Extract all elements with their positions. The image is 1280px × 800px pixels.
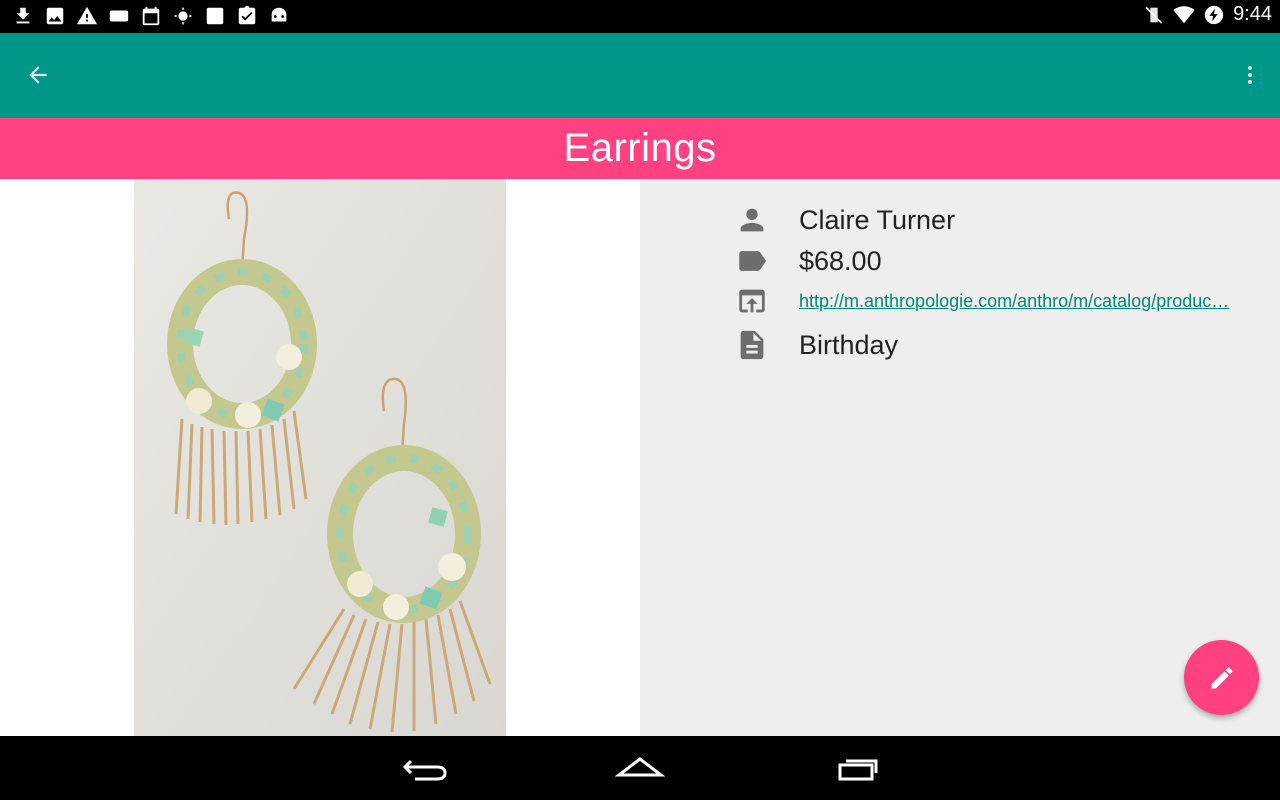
back-button[interactable] bbox=[22, 59, 54, 91]
calendar-icon bbox=[140, 5, 162, 27]
earrings-photo bbox=[134, 179, 506, 736]
page-title: Earrings bbox=[563, 126, 717, 170]
badge-999-icon bbox=[108, 5, 130, 27]
system-nav-bar bbox=[0, 736, 1280, 800]
person-icon bbox=[732, 200, 772, 240]
settings-icon bbox=[172, 5, 194, 27]
price-value: $68.00 bbox=[799, 245, 882, 276]
description-icon bbox=[732, 325, 772, 365]
more-vert-icon bbox=[1248, 66, 1252, 84]
edit-pencil-icon bbox=[1211, 666, 1233, 688]
detail-url-row: http://m.anthropologie.com/anthro/m/cata… bbox=[732, 281, 1229, 321]
recipient-name: Claire Turner bbox=[799, 204, 956, 235]
nav-back-button[interactable] bbox=[394, 750, 454, 786]
label-tag-icon bbox=[732, 241, 772, 281]
android-icon bbox=[268, 5, 290, 27]
battery-charging-icon bbox=[1203, 4, 1225, 26]
recents-nav-icon bbox=[838, 759, 878, 781]
title-banner: Earrings bbox=[0, 118, 1280, 179]
occasion-note: Birthday bbox=[799, 329, 899, 360]
clipboard-check-icon bbox=[236, 5, 258, 27]
detail-note-row: Birthday bbox=[732, 325, 898, 365]
image-icon bbox=[44, 5, 66, 27]
warning-icon bbox=[76, 5, 98, 27]
status-bar: 9:44 bbox=[0, 0, 1280, 33]
arrow-back-icon bbox=[29, 66, 47, 84]
download-icon bbox=[12, 5, 34, 27]
status-time: 9:44 bbox=[1233, 3, 1272, 25]
detail-price-row: $68.00 bbox=[732, 241, 882, 281]
vibrate-off-icon bbox=[1143, 4, 1165, 26]
edit-fab-button[interactable] bbox=[1184, 640, 1259, 715]
app-bar bbox=[0, 33, 1280, 118]
overflow-menu-button[interactable] bbox=[1238, 59, 1262, 91]
home-nav-icon bbox=[615, 757, 665, 777]
product-image bbox=[134, 179, 506, 736]
nav-home-button[interactable] bbox=[610, 750, 670, 786]
product-url-link[interactable]: http://m.anthropologie.com/anthro/m/cata… bbox=[799, 291, 1229, 312]
wifi-icon bbox=[1173, 4, 1195, 26]
image-pane bbox=[0, 179, 640, 736]
translate-icon bbox=[204, 5, 226, 27]
status-system: 9:44 bbox=[1143, 3, 1272, 26]
detail-person-row: Claire Turner bbox=[732, 200, 955, 240]
open-in-browser-icon bbox=[732, 281, 772, 321]
details-pane: Claire Turner $68.00 http://m.anthropolo… bbox=[640, 179, 1280, 736]
back-nav-icon bbox=[402, 759, 447, 781]
status-notifications bbox=[12, 5, 290, 27]
nav-recents-button[interactable] bbox=[827, 750, 887, 786]
